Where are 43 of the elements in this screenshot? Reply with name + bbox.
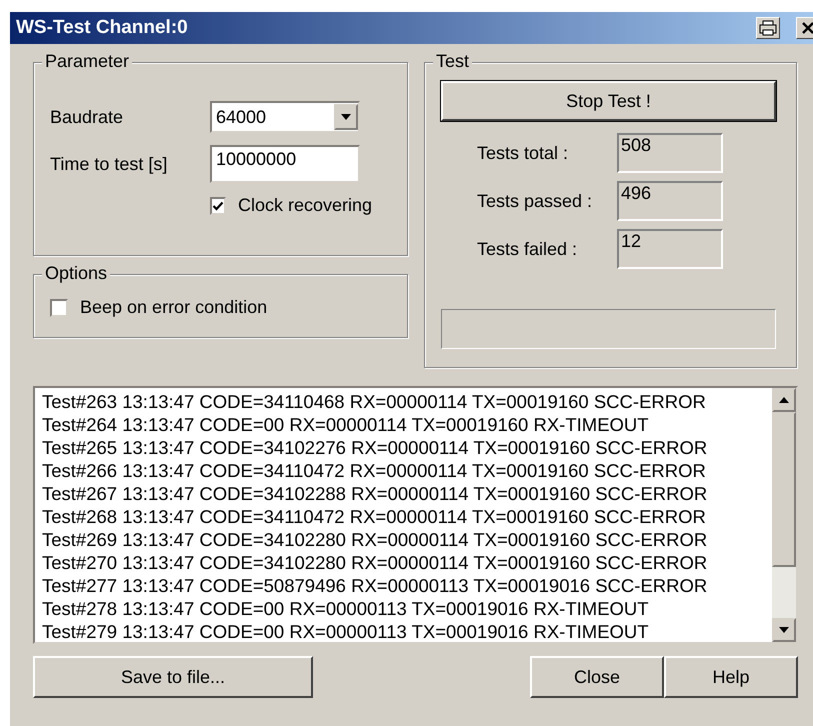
field-label: Baudrate (50, 106, 124, 128)
group-title: Options (42, 263, 110, 284)
help-button[interactable]: Help (664, 656, 798, 698)
close-button[interactable] (796, 17, 813, 39)
printer-icon (759, 20, 777, 36)
scroll-thumb[interactable] (772, 412, 796, 567)
log-entry[interactable]: Test#270 13:13:47 CODE=34102280 RX=00000114 TX=00019160 SCC-ERROR (42, 551, 772, 574)
down-arrow-icon (779, 627, 789, 633)
checkbox-label: Clock recovering (238, 195, 372, 216)
field-label: Time to test [s] (50, 154, 168, 174)
save-button[interactable]: Save to file... (33, 656, 313, 698)
dropdown-button[interactable] (334, 104, 358, 130)
scrollbar[interactable] (772, 388, 796, 642)
log-entry[interactable]: Test#278 13:13:47 CODE=00 RX=00000113 TX=00019016 RX-TIMEOUT (42, 597, 772, 620)
stat-label: Tests failed : (477, 238, 578, 260)
stat-value-field: 508 (617, 133, 723, 173)
stat-label: Tests total : (477, 142, 570, 164)
scroll-down-button[interactable] (772, 618, 796, 642)
scroll-up-button[interactable] (772, 388, 796, 412)
stop-test-button[interactable]: Stop Test ! (441, 81, 776, 121)
caret-icon (341, 114, 351, 120)
print-button[interactable] (756, 17, 780, 39)
stat-value-field: 496 (617, 181, 723, 221)
window-title: WS-Test Channel:0 (16, 17, 188, 39)
log-entry[interactable]: Test#263 13:13:47 CODE=34110468 RX=00000114 TX=00019160 SCC-ERROR (42, 390, 772, 413)
checkbox-label: Beep on error condition (80, 297, 268, 318)
log-entry[interactable]: Test#266 13:13:47 CODE=34110472 RX=00000114 TX=00019160 SCC-ERROR (42, 459, 772, 482)
log-entry[interactable]: Test#264 13:13:47 CODE=00 RX=00000114 TX=00019160 RX-TIMEOUT (42, 413, 772, 436)
time-input-field[interactable]: 10000000 (210, 145, 360, 183)
up-arrow-icon (779, 397, 789, 403)
log-entry[interactable]: Test#268 13:13:47 CODE=34110472 RX=00000114 TX=00019160 SCC-ERROR (42, 505, 772, 528)
log-entry[interactable]: Test#265 13:13:47 CODE=34102276 RX=00000114 TX=00019160 SCC-ERROR (42, 436, 772, 459)
checkbox[interactable] (210, 196, 226, 214)
log-entry[interactable]: Test#267 13:13:47 CODE=34102288 RX=00000114 TX=00019160 SCC-ERROR (42, 482, 772, 505)
stat-value-field: 12 (617, 229, 723, 269)
log-entry[interactable]: Test#279 13:13:47 CODE=00 RX=00000113 TX=00019016 RX-TIMEOUT (42, 620, 772, 642)
stat-label: Tests passed : (477, 190, 594, 212)
log-entry[interactable]: Test#277 13:13:47 CODE=50879496 RX=00000113 TX=00019016 SCC-ERROR (42, 574, 772, 597)
close-dialog-button[interactable]: Close (530, 656, 664, 698)
checkbox[interactable] (50, 298, 68, 316)
baudrate-dropdown[interactable]: 64000 (210, 101, 360, 133)
close-icon (801, 21, 813, 35)
log-entry[interactable]: Test#269 13:13:47 CODE=34102280 RX=00000114 TX=00019160 SCC-ERROR (42, 528, 772, 551)
